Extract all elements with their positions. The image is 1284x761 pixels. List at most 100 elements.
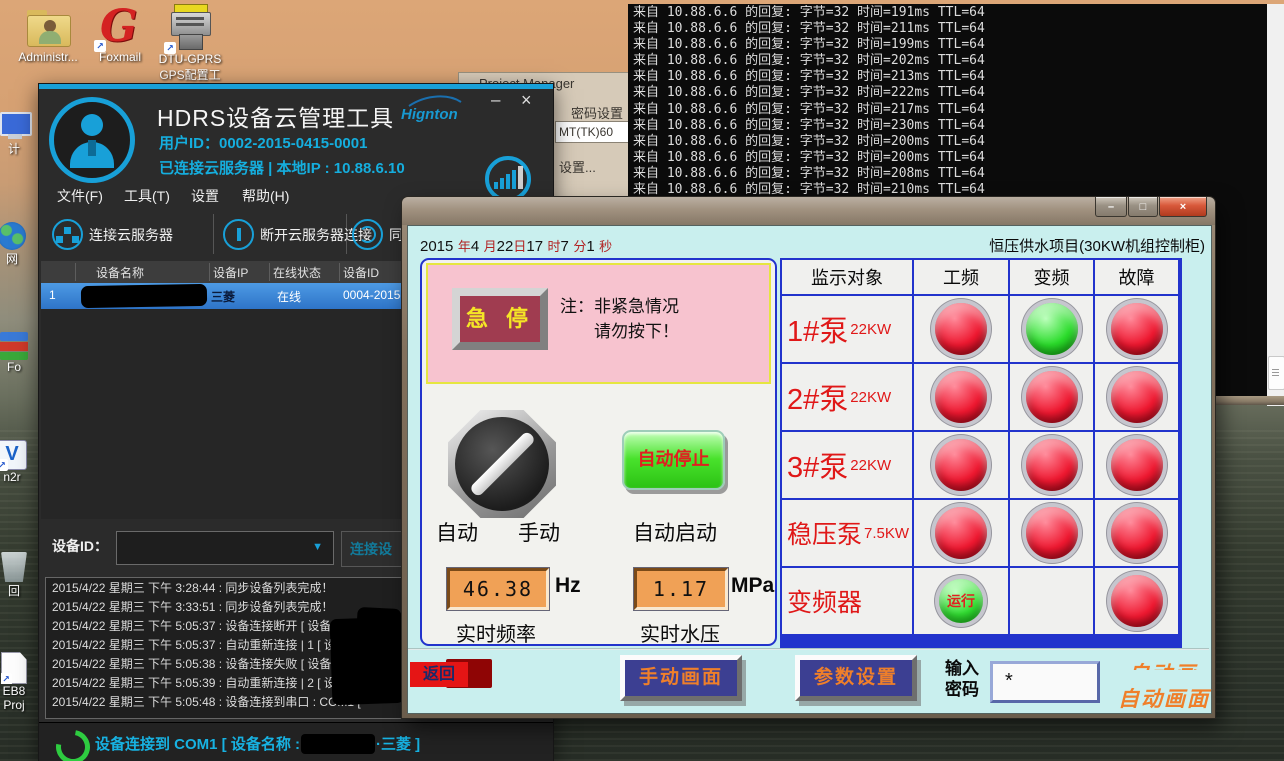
manual-screen-button[interactable]: 手动画面: [620, 655, 742, 701]
pump-row-label: 2#泵22KW: [782, 364, 912, 430]
redaction-blob: [301, 734, 375, 754]
computer-icon: [0, 112, 30, 140]
col-variable-frequency: 变频: [1010, 260, 1093, 294]
password-input[interactable]: *: [990, 661, 1100, 703]
desktop-icon-label: Administr...: [10, 50, 86, 64]
desktop-icon-label: 计: [0, 140, 34, 157]
pressure-caption: 实时水压: [640, 618, 720, 647]
menu-tools[interactable]: 工具(T): [124, 186, 170, 206]
signal-strength-icon: [485, 156, 531, 202]
desktop-icon-label: 回: [0, 582, 34, 599]
desktop-icon-network[interactable]: 网: [0, 222, 32, 267]
status-lamp: [935, 371, 987, 423]
maximize-button[interactable]: □: [1128, 197, 1158, 217]
minimize-button[interactable]: –: [491, 90, 500, 110]
desktop-icon-administrator[interactable]: Administr...: [10, 6, 86, 64]
frequency-unit: Hz: [555, 574, 581, 598]
status-lamp: [935, 439, 987, 491]
desktop-icon-label: Foxmail: [82, 50, 158, 64]
status-message: 设备连接到 COM1 [ 设备名称 : ·三菱 ]: [95, 733, 420, 754]
v-app-icon: V ↗: [0, 440, 27, 470]
col-power-frequency: 工频: [914, 260, 1008, 294]
auto-stop-button[interactable]: 自动停止: [622, 430, 725, 490]
hmi-scada-window[interactable]: – □ × 2015 年4 月22日17 时7 分1 秒 恒压供水项目(30KW…: [402, 197, 1215, 718]
lamp-cell: [1010, 432, 1093, 498]
foxmail-icon: G ↗: [96, 4, 144, 50]
status-lamp: [1111, 371, 1163, 423]
close-button[interactable]: ×: [1159, 197, 1207, 217]
col-device-ip: 设备IP: [213, 264, 248, 281]
row-index: 1: [49, 288, 56, 302]
terminal-line: 来自 10.88.6.6 的回复: 字节=32 时间=211ms TTL=64: [633, 21, 1253, 37]
desktop-icon-dtu-gprs[interactable]: ↗ DTU-GPRS GPS配置工: [152, 2, 228, 83]
terminal-line: 来自 10.88.6.6 的回复: 字节=32 时间=200ms TTL=64: [633, 134, 1253, 150]
status-lamp: [1111, 439, 1163, 491]
desktop-icon-eb-project[interactable]: ↗ EB8 Proj: [0, 652, 34, 712]
password-label: 输入 密码: [945, 658, 979, 700]
redaction-blob: [356, 607, 401, 635]
project-doc-icon: ↗: [1, 652, 27, 684]
sync-device-list-button[interactable]: 同: [352, 219, 403, 250]
device-id-dropdown[interactable]: ▼: [116, 531, 334, 565]
lamp-cell: [1095, 500, 1178, 566]
terminal-line: 来自 10.88.6.6 的回复: 字节=32 时间=200ms TTL=64: [633, 150, 1253, 166]
ghost-text: 自动画面: [1118, 683, 1210, 713]
desktop-icon-label: DTU-GPRS: [152, 52, 228, 66]
auto-manual-knob[interactable]: [448, 410, 556, 518]
shortcut-arrow-icon: ↗: [164, 42, 176, 54]
terminal-line: 来自 10.88.6.6 的回复: 字节=32 时间=222ms TTL=64: [633, 85, 1253, 101]
status-lamp: [1111, 575, 1163, 627]
lamp-cell: [1010, 568, 1093, 634]
hmi-project-title: 恒压供水项目(30KW机组控制柜): [989, 235, 1205, 256]
run-lamp: 运行: [939, 579, 983, 623]
desktop-icon-label: n2r: [0, 470, 32, 484]
lamp-cell: [914, 500, 1008, 566]
lamp-cell: [914, 432, 1008, 498]
col-online-status: 在线状态: [273, 264, 321, 281]
desktop-icon-computer[interactable]: 计: [0, 112, 34, 157]
parameter-settings-button[interactable]: 参数设置: [795, 655, 917, 701]
desktop-icon-label: Fo: [0, 360, 34, 374]
settings-link[interactable]: 设置...: [559, 157, 596, 176]
screen: Administr... G ↗ Foxmail ↗ DTU-GPRS GPS配…: [0, 0, 1284, 761]
spinner-icon: [49, 723, 96, 761]
hmi-title-bar[interactable]: [402, 197, 1215, 225]
shortcut-arrow-icon: ↗: [94, 40, 106, 52]
terminal-line: 来自 10.88.6.6 的回复: 字节=32 时间=208ms TTL=64: [633, 166, 1253, 182]
lamp-cell: 运行: [914, 568, 1008, 634]
mt-model-field[interactable]: MT(TK)60: [555, 121, 630, 143]
status-lamp: [1026, 439, 1078, 491]
close-button[interactable]: ×: [521, 90, 532, 111]
device-id-label: 设备ID：: [52, 536, 108, 556]
scrollbar-thumb[interactable]: [1268, 356, 1284, 390]
pressure-display: 1.17: [634, 568, 728, 610]
connect-cloud-button[interactable]: 连接云服务器: [52, 219, 173, 250]
desktop-icon-recycle-bin[interactable]: 回: [0, 552, 34, 599]
menu-settings[interactable]: 设置: [191, 186, 219, 206]
pump-monitor-table: 监示对象 工频 变频 故障 1#泵22KW 2#泵22KW 3#泵22KW 稳压…: [780, 258, 1182, 648]
ghost-text-top: 自动画面: [1128, 658, 1215, 670]
menu-file[interactable]: 文件(F): [57, 186, 103, 206]
knob-label-manual: 手动: [518, 517, 560, 547]
desktop-icon-label: 网: [0, 250, 32, 267]
desktop-icon-foxmail[interactable]: G ↗ Foxmail: [82, 4, 158, 64]
terminal-line: 来自 10.88.6.6 的回复: 字节=32 时间=213ms TTL=64: [633, 69, 1253, 85]
back-button[interactable]: 返回: [410, 662, 468, 687]
refresh-icon: [352, 219, 383, 250]
lamp-cell: [1010, 296, 1093, 362]
network-globe-icon: [0, 222, 26, 250]
desktop-icon-n2r[interactable]: V ↗ n2r: [0, 440, 32, 484]
emergency-stop-button[interactable]: 急 停: [452, 288, 548, 350]
logo-swoosh-icon: [407, 94, 463, 108]
frequency-display: 46.38: [447, 568, 549, 610]
desktop-icon-fo[interactable]: Fo: [0, 332, 34, 374]
status-lamp: [935, 303, 987, 355]
desktop-icon-label2: GPS配置工: [152, 66, 228, 83]
redaction-blob: [81, 284, 207, 308]
minimize-button[interactable]: –: [1095, 197, 1127, 217]
status-lamp: [1026, 303, 1078, 355]
terminal-scrollbar[interactable]: ▼: [1267, 4, 1284, 396]
status-lamp: [1111, 507, 1163, 559]
disconnect-cloud-button[interactable]: 断开云服务器连接: [223, 219, 372, 250]
menu-help[interactable]: 帮助(H): [242, 186, 289, 206]
